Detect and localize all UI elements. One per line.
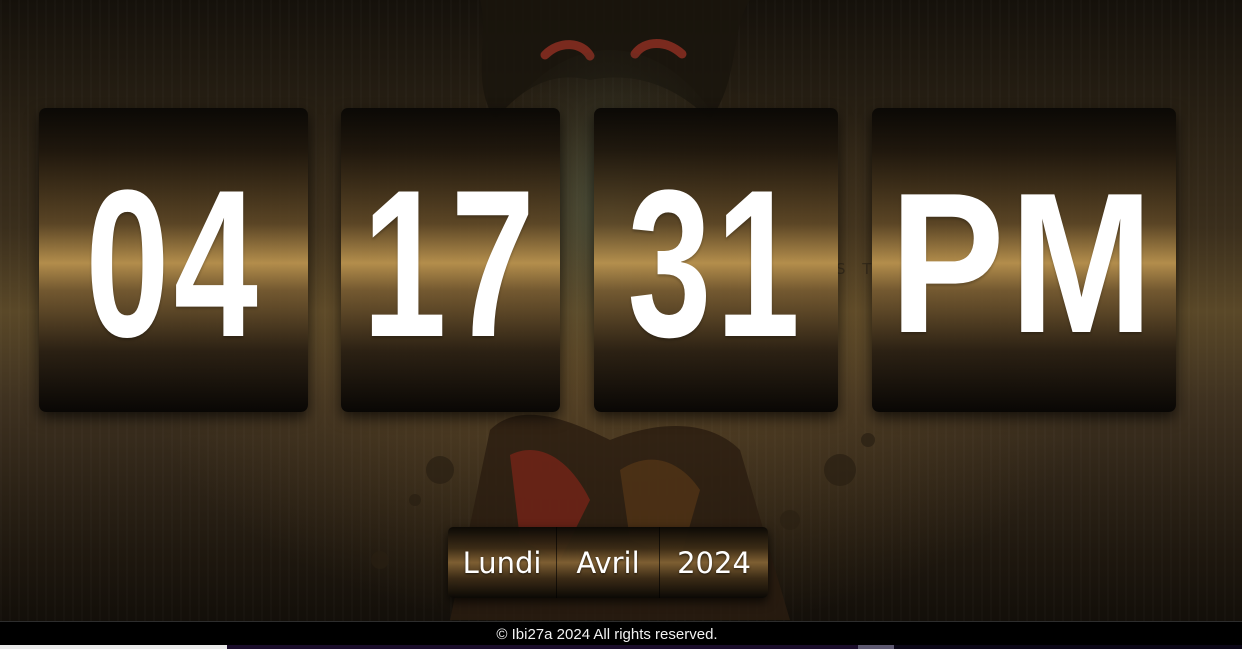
hours-value: 04 xyxy=(85,146,262,381)
minutes-card: 17 xyxy=(341,108,560,412)
bottom-strip xyxy=(0,645,1242,649)
hours-card: 04 xyxy=(39,108,308,412)
seconds-card: 31 xyxy=(594,108,838,412)
date-year: 2024 xyxy=(660,527,768,598)
seconds-value: 31 xyxy=(627,146,805,381)
ampm-value: PM xyxy=(889,152,1159,375)
scrollbar-thumb[interactable] xyxy=(858,645,894,649)
copyright-text: © Ibi27a 2024 All rights reserved. xyxy=(496,625,718,643)
date-month: Avril xyxy=(557,527,660,598)
ampm-card: PM xyxy=(872,108,1176,412)
date-day: Lundi xyxy=(448,527,557,598)
clock-page: S T E ? 04 17 31 PM Lundi Avril 2024 © I… xyxy=(0,0,1242,649)
minutes-value: 17 xyxy=(362,146,539,381)
bottom-strip-left xyxy=(0,645,227,649)
footer: © Ibi27a 2024 All rights reserved. xyxy=(0,621,1242,646)
bottom-strip-middle xyxy=(227,645,858,649)
date-bar: Lundi Avril 2024 xyxy=(448,527,768,598)
